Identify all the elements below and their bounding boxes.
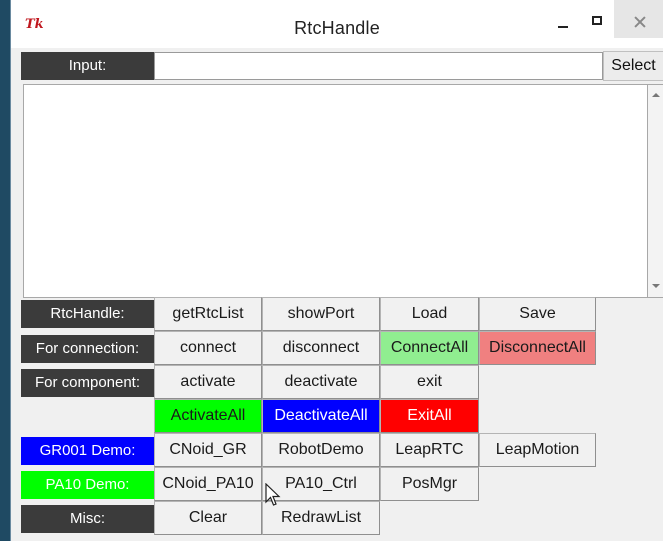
save-button[interactable]: Save (479, 297, 596, 331)
deactivate-all-button[interactable]: DeactivateAll (262, 399, 380, 433)
load-button[interactable]: Load (380, 297, 479, 331)
cnoid-gr-button[interactable]: CNoid_GR (154, 433, 262, 467)
connect-button[interactable]: connect (154, 331, 262, 365)
select-button[interactable]: Select (603, 51, 663, 81)
connect-all-button[interactable]: ConnectAll (380, 331, 479, 365)
scroll-down-arrow-icon[interactable] (648, 279, 663, 295)
deactivate-button[interactable]: deactivate (262, 365, 380, 399)
disconnect-button[interactable]: disconnect (262, 331, 380, 365)
activate-button[interactable]: activate (154, 365, 262, 399)
rtchandle-window: Tk RtcHandle Input: Select RtcHandle: ge… (10, 0, 663, 541)
title-bar[interactable]: Tk RtcHandle (11, 0, 663, 48)
input-label: Input: (21, 52, 154, 80)
output-scrollbar[interactable] (648, 84, 663, 298)
get-rtc-list-button[interactable]: getRtcList (154, 297, 262, 331)
input-field[interactable] (154, 52, 603, 80)
rtchandle-label: RtcHandle: (21, 300, 154, 328)
close-icon[interactable] (614, 0, 663, 38)
activate-all-button[interactable]: ActivateAll (154, 399, 262, 433)
misc-label: Misc: (21, 505, 154, 533)
cnoid-pa10-button[interactable]: CNoid_PA10 (154, 467, 262, 501)
show-port-button[interactable]: showPort (262, 297, 380, 331)
clear-button[interactable]: Clear (154, 501, 262, 535)
disconnect-all-button[interactable]: DisconnectAll (479, 331, 596, 365)
robot-demo-button[interactable]: RobotDemo (262, 433, 380, 467)
scroll-up-arrow-icon[interactable] (648, 87, 663, 103)
pos-mgr-button[interactable]: PosMgr (380, 467, 479, 501)
component-label: For component: (21, 369, 154, 397)
exit-all-button[interactable]: ExitAll (380, 399, 479, 433)
pa10-demo-label: PA10 Demo: (21, 471, 154, 499)
leap-rtc-button[interactable]: LeapRTC (380, 433, 479, 467)
exit-button[interactable]: exit (380, 365, 479, 399)
connection-label: For connection: (21, 335, 154, 363)
output-text-area[interactable] (23, 84, 648, 298)
gr001-demo-label: GR001 Demo: (21, 437, 154, 465)
leap-motion-button[interactable]: LeapMotion (479, 433, 596, 467)
minimize-icon[interactable] (541, 0, 581, 38)
mouse-cursor-icon (265, 483, 281, 506)
maximize-icon[interactable] (577, 0, 617, 38)
